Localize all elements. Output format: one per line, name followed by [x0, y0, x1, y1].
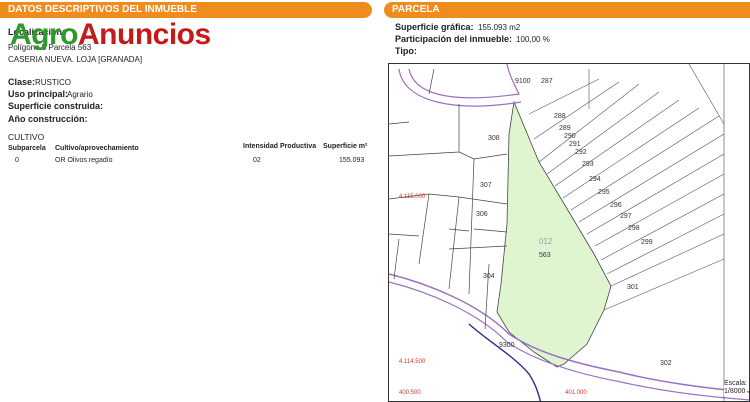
col-subparcela: Subparcela — [8, 145, 46, 152]
participation-label: Participación del inmueble: — [395, 34, 513, 44]
parcel-number: 302 — [660, 360, 672, 367]
parcel-number: 294 — [589, 176, 601, 183]
polygon-label: 012 — [539, 237, 553, 246]
parcel-header: PARCELA — [384, 2, 750, 18]
type-label: Tipo: — [395, 46, 417, 56]
use-value: Agrario — [67, 90, 93, 99]
coord-north-1: 4.115.000 — [399, 194, 426, 200]
highlighted-parcel — [496, 100, 612, 368]
row-subparcela: 0 — [15, 157, 19, 164]
coord-north-2: 4.114.500 — [399, 359, 426, 365]
graphic-area-value: 155.093 m2 — [478, 23, 521, 32]
col-intensidad: Intensidad Productiva — [243, 143, 317, 150]
cadastral-map-svg: 4.115.000 4.114.500 400.500 401.000 9100… — [389, 64, 749, 401]
parcel-number-main: 563 — [539, 252, 551, 259]
parcel-number: 289 — [559, 125, 571, 132]
col-cultivo: Cultivo/aprovechamiento — [55, 145, 139, 152]
row-intensidad: 02 — [253, 157, 261, 164]
parcel-number: 295 — [598, 189, 610, 196]
parcel-number: 291 — [569, 141, 581, 148]
parcel-number: 9100 — [515, 78, 531, 85]
road-line — [408, 64, 520, 99]
parcel-number: 288 — [554, 113, 566, 120]
row-cultivo: OR Olivos regadío — [55, 157, 113, 164]
parcel-number: 290 — [564, 133, 576, 140]
coord-east-2: 401.000 — [565, 390, 587, 396]
map-scale: Escala: 1/8000 — [724, 380, 747, 396]
col-superficie: Superficie m² — [323, 143, 368, 150]
road-line — [398, 68, 522, 107]
graphic-area-label: Superficie gráfica: — [395, 22, 474, 32]
row-superficie: 155.093 — [339, 157, 365, 164]
parcel-number: 9300 — [499, 342, 515, 349]
parcel-number: 296 — [610, 202, 622, 209]
participation-value: 100,00 % — [516, 35, 550, 44]
use-label: Uso principal: — [8, 89, 69, 99]
descriptive-data-header: DATOS DESCRIPTIVOS DEL INMUEBLE — [0, 2, 372, 18]
cadastral-map: 4.115.000 4.114.500 400.500 401.000 9100… — [388, 63, 750, 402]
location-place: CASERIA NUEVA. LOJA [GRANADA] — [8, 55, 143, 64]
parcel-number: 292 — [575, 149, 587, 156]
built-area-label: Superficie construida: — [8, 101, 104, 111]
parcel-number: 307 — [480, 182, 492, 189]
coord-east-1: 400.500 — [399, 390, 421, 396]
parcel-number: 287 — [541, 78, 553, 85]
parcel-number: 306 — [476, 211, 488, 218]
parcel-number: 297 — [620, 213, 632, 220]
class-value: RUSTICO — [35, 78, 71, 87]
parcel-number: 304 — [483, 273, 495, 280]
parcel-number: 301 — [627, 284, 639, 291]
agroanuncios-logo: AgroAnuncios — [10, 18, 211, 51]
parcel-number: 308 — [488, 135, 500, 142]
parcel-number: 293 — [582, 161, 594, 168]
year-label: Año construcción: — [8, 114, 88, 124]
class-label: Clase: — [8, 77, 36, 87]
parcel-number: 298 — [628, 225, 640, 232]
crop-title: CULTIVO — [8, 132, 45, 142]
parcel-number: 299 — [641, 239, 653, 246]
